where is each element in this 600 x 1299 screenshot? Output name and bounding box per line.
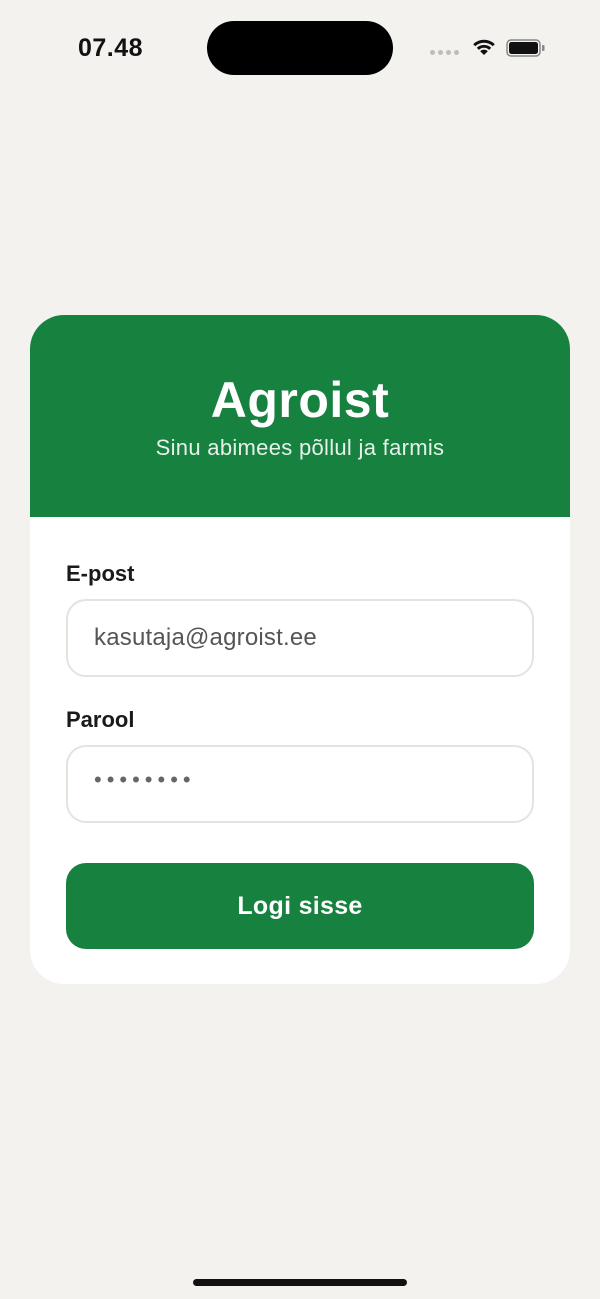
email-input-value: kasutaja@agroist.ee	[94, 624, 317, 651]
signal-dots-icon	[430, 50, 460, 56]
status-bar: 07.48	[0, 0, 600, 96]
dynamic-island	[207, 21, 393, 75]
email-input[interactable]: kasutaja@agroist.ee	[66, 599, 534, 677]
password-input-value: ••••••••	[94, 767, 196, 792]
status-icons	[428, 36, 553, 60]
login-button[interactable]: Logi sisse	[66, 863, 534, 949]
app-subtitle: Sinu abimees põllul ja farmis	[155, 435, 445, 460]
password-label: Parool	[66, 707, 135, 732]
password-input[interactable]: ••••••••	[66, 745, 534, 823]
battery-icon	[506, 39, 545, 57]
status-time: 07.48	[78, 34, 144, 62]
home-indicator[interactable]	[193, 1279, 407, 1286]
wifi-icon	[473, 39, 495, 55]
app-title: Agroist	[210, 372, 390, 428]
email-label: E-post	[66, 561, 135, 586]
card-header: Agroist Sinu abimees põllul ja farmis	[30, 315, 570, 517]
login-card: Agroist Sinu abimees põllul ja farmis E-…	[30, 315, 570, 984]
